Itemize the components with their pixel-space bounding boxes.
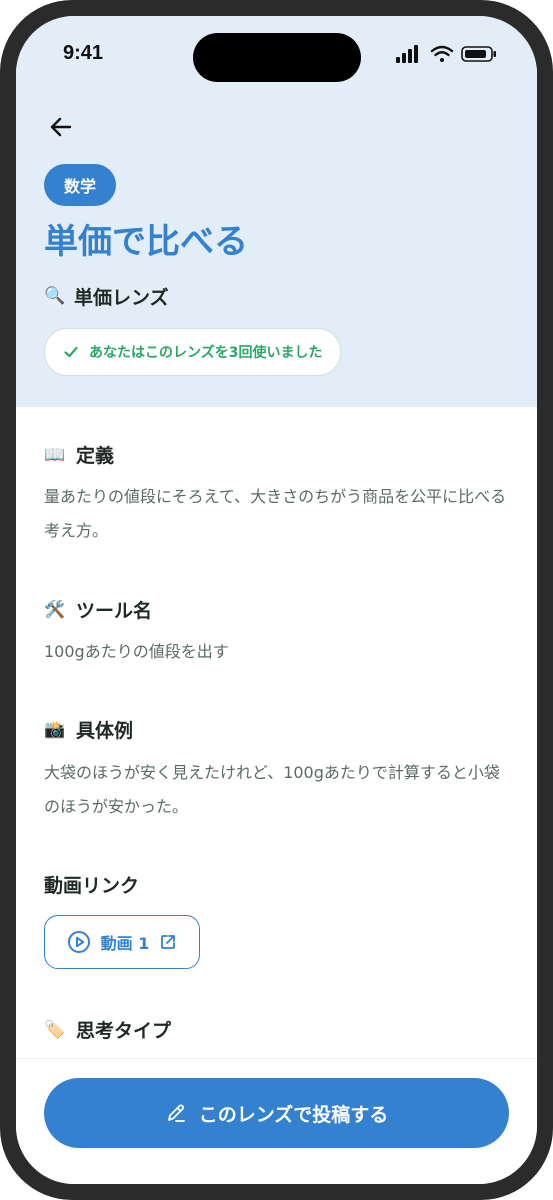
tool-title: ツール名 [76, 600, 153, 622]
page-title: 単価で比べる [44, 222, 248, 262]
battery-icon [461, 46, 496, 62]
dynamic-island [193, 33, 361, 82]
example-title: 具体例 [76, 720, 134, 742]
book-icon: 📖 [44, 444, 66, 465]
tag-icon: 🏷️ [44, 1019, 66, 1040]
post-with-lens-button[interactable]: このレンズで投稿する [44, 1078, 509, 1148]
play-circle-icon [67, 931, 90, 953]
usage-text: あなたはこのレンズを3回使いました [89, 345, 323, 361]
signal-icon [396, 45, 418, 63]
external-link-icon [161, 935, 176, 949]
status-icons [396, 45, 496, 63]
lens-header: 9:41 数学 単価で比べる 🔍 単価レンズ あなたはこのレンズを3回使いました [16, 16, 537, 407]
usage-pill: あなたはこのレンズを3回使いました [44, 328, 342, 376]
phone-frame: 9:41 数学 単価で比べる 🔍 単価レンズ あなたはこのレンズを3回使いました… [0, 0, 553, 1200]
thinking-type-title: 思考タイプ [76, 1020, 172, 1042]
pencil-icon [167, 1104, 185, 1122]
definition-text: 量あたりの値段にそろえて、大きさのちがう商品を公平に比べる考え方。 [44, 487, 507, 540]
camera-icon: 📸 [44, 719, 66, 740]
video-links-heading: 動画リンク [44, 871, 139, 898]
tool-heading: 🛠️ ツール名 [44, 596, 152, 623]
lens-name: 単価レンズ [74, 286, 169, 309]
thinking-type-heading: 🏷️ 思考タイプ [44, 1016, 171, 1043]
status-time: 9:41 [63, 42, 104, 64]
definition-heading: 📖 定義 [44, 441, 114, 468]
video-link-label: 動画 1 [100, 934, 150, 953]
wifi-icon [430, 45, 454, 62]
example-text: 大袋のほうが安く見えたけれど、100gあたりで計算すると小袋のほうが安かった。 [44, 763, 500, 816]
tools-icon: 🛠️ [44, 599, 66, 620]
video-link-button[interactable]: 動画 1 [44, 915, 200, 969]
lens-name-row: 🔍 単価レンズ [44, 282, 169, 310]
magnifier-icon: 🔍 [44, 286, 66, 306]
video-links-title: 動画リンク [44, 875, 140, 897]
post-with-lens-label: このレンズで投稿する [198, 1103, 389, 1126]
subject-badge: 数学 [44, 164, 117, 206]
tool-text: 100gあたりの値段を出す [44, 642, 229, 661]
check-icon [64, 346, 78, 358]
arrow-left-icon [50, 117, 72, 137]
bottom-action-bar: このレンズで投稿する [16, 1058, 537, 1184]
example-heading: 📸 具体例 [44, 716, 133, 743]
screen: 9:41 数学 単価で比べる 🔍 単価レンズ あなたはこのレンズを3回使いました… [16, 16, 537, 1184]
back-button[interactable] [44, 110, 78, 144]
definition-title: 定義 [76, 445, 115, 467]
